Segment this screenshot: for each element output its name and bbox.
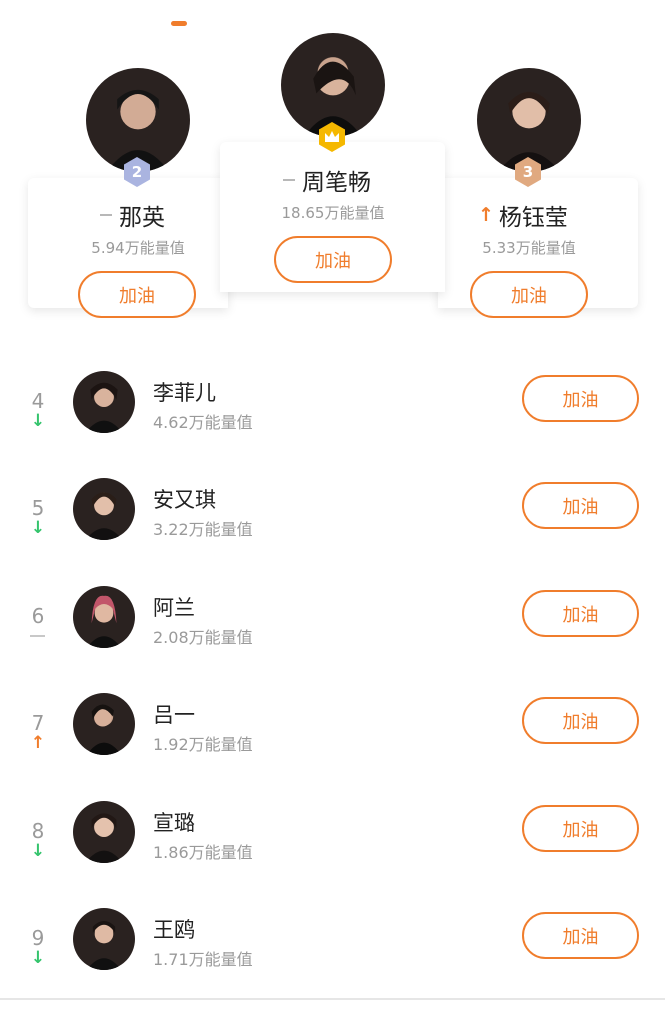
singer-name: 宣璐 — [153, 811, 195, 835]
avatar[interactable] — [73, 693, 135, 755]
energy-value: 4.62万能量值 — [153, 413, 253, 432]
list-item: 5 ↓ 安又琪 3.22万能量值 加油 — [0, 478, 665, 585]
avatar[interactable] — [73, 478, 135, 540]
cheer-button[interactable]: 加油 — [522, 697, 639, 744]
energy-value: 2.08万能量值 — [153, 628, 253, 647]
cheer-button[interactable]: 加油 — [522, 805, 639, 852]
arrow-down-icon: ↓ — [30, 518, 46, 538]
singer-name: 吕一 — [153, 703, 195, 727]
cheer-button[interactable]: 加油 — [522, 590, 639, 637]
crown-icon — [316, 121, 348, 153]
rank-number: 4 — [31, 389, 45, 413]
dash-icon — [100, 214, 112, 216]
energy-value: 1.86万能量值 — [153, 843, 253, 862]
rank-number: 6 — [31, 604, 45, 628]
rank-number: 8 — [31, 819, 45, 843]
singer-name: 李菲儿 — [153, 381, 216, 405]
arrow-down-icon: ↓ — [30, 948, 46, 968]
energy-value: 1.71万能量值 — [153, 950, 253, 969]
energy-value: 18.65万能量值 — [281, 204, 385, 222]
rank-number: 9 — [31, 926, 45, 950]
list-item: 8 ↓ 宣璐 1.86万能量值 加油 — [0, 801, 665, 908]
dash-icon — [283, 179, 295, 181]
list-item: 4 ↓ 李菲儿 4.62万能量值 加油 — [0, 371, 665, 478]
arrow-up-icon: ↑ — [478, 204, 494, 226]
energy-value: 3.22万能量值 — [153, 520, 253, 539]
singer-name: 安又琪 — [153, 488, 216, 512]
cheer-button[interactable]: 加油 — [274, 236, 392, 283]
energy-value: 1.92万能量值 — [153, 735, 253, 754]
singer-name: 阿兰 — [153, 596, 195, 620]
dash-icon — [30, 635, 45, 637]
rank-badge-bronze: 3 — [512, 156, 544, 188]
avatar[interactable] — [73, 801, 135, 863]
podium-name-rank-1: 周笔畅 — [283, 163, 371, 197]
podium-name-rank-3: ↑ 杨钰莹 — [478, 204, 568, 231]
rank-badge-silver: 2 — [121, 156, 153, 188]
arrow-down-icon: ↓ — [30, 841, 46, 861]
active-tab-indicator — [171, 21, 187, 26]
avatar[interactable] — [73, 908, 135, 970]
energy-value: 5.94万能量值 — [91, 239, 185, 257]
arrow-down-icon: ↓ — [30, 411, 46, 431]
avatar[interactable] — [73, 371, 135, 433]
podium-name-rank-2: 那英 — [100, 198, 165, 232]
energy-value: 5.33万能量值 — [482, 239, 576, 257]
list-item: 6 阿兰 2.08万能量值 加油 — [0, 586, 665, 693]
cheer-button[interactable]: 加油 — [522, 482, 639, 529]
arrow-up-icon: ↑ — [30, 733, 46, 753]
cheer-button[interactable]: 加油 — [470, 271, 588, 318]
cheer-button[interactable]: 加油 — [522, 912, 639, 959]
list-item: 7 ↑ 吕一 1.92万能量值 加油 — [0, 693, 665, 800]
cheer-button[interactable]: 加油 — [522, 375, 639, 422]
rank-number: 5 — [31, 496, 45, 520]
singer-name: 王鸥 — [153, 918, 195, 942]
avatar[interactable] — [73, 586, 135, 648]
rank-number: 7 — [31, 711, 45, 735]
cheer-button[interactable]: 加油 — [78, 271, 196, 318]
